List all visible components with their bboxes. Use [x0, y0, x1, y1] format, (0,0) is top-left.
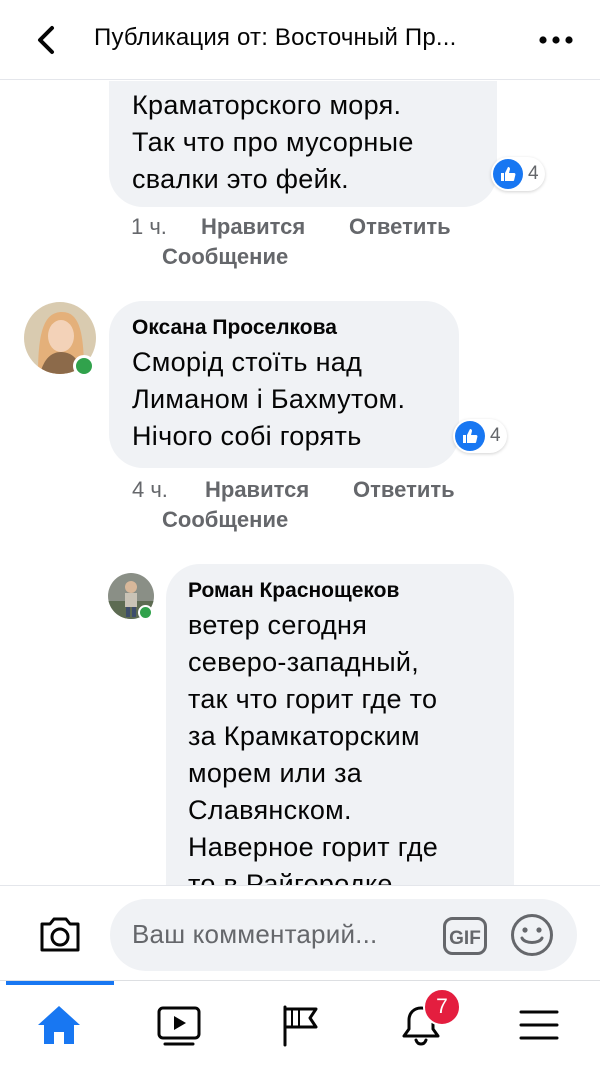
like-link[interactable]: Нравится: [205, 477, 309, 503]
reply-link[interactable]: Ответить: [353, 477, 455, 503]
back-button[interactable]: [26, 20, 66, 60]
more-options-button[interactable]: [536, 20, 576, 60]
comment-time: 4 ч.: [132, 477, 168, 502]
menu-icon: [519, 1010, 559, 1040]
comment-composer: Ваш комментарий... GIF: [0, 885, 600, 981]
comment-line: Наверное горит где: [188, 832, 439, 862]
home-icon: [38, 1006, 80, 1044]
gif-icon: GIF: [443, 917, 487, 955]
comment-line: так что горит где то: [188, 684, 438, 714]
reaction-count[interactable]: 4: [491, 157, 545, 191]
reaction-count-value: 4: [490, 425, 501, 446]
reaction-count[interactable]: 4: [453, 419, 507, 453]
comment-text: ветер сегодня северо-западный, так что г…: [188, 607, 492, 885]
pages-flag-icon: [283, 1005, 318, 1047]
comment-line: северо-западный,: [188, 647, 420, 677]
comment-actions: 4 ч. Нравится Ответить Сообщение: [0, 477, 600, 537]
comments-list[interactable]: Краматорского моря. Так что про мусорные…: [0, 81, 600, 885]
tab-home[interactable]: [31, 999, 87, 1051]
comment-line: свалки это фейк.: [132, 164, 349, 194]
emoji-button[interactable]: [510, 913, 554, 957]
like-reaction-icon: [493, 159, 523, 189]
comment-input[interactable]: Ваш комментарий... GIF: [110, 899, 577, 971]
tab-pages[interactable]: [272, 999, 328, 1051]
message-link[interactable]: Сообщение: [162, 507, 288, 533]
camera-icon: [40, 917, 80, 952]
notifications-badge: 7: [423, 988, 461, 1026]
chevron-left-icon: [38, 26, 54, 54]
comment-line: морем или за: [188, 758, 363, 788]
tab-menu[interactable]: [511, 999, 567, 1051]
emoji-icon: [511, 914, 553, 956]
comment-line: ветер сегодня: [188, 610, 368, 640]
reaction-count-value: 4: [528, 163, 539, 184]
comment-author[interactable]: Оксана Проселкова: [132, 315, 437, 341]
active-tab-indicator: [6, 981, 114, 985]
comment-time: 1 ч.: [131, 214, 167, 239]
camera-button[interactable]: [36, 910, 84, 958]
comment-bubble[interactable]: Оксана Проселкова Сморід стоїть над Лима…: [109, 301, 459, 468]
video-icon: [157, 1006, 201, 1046]
online-status-indicator: [138, 605, 153, 620]
online-status-indicator: [73, 355, 95, 377]
like-link[interactable]: Нравится: [201, 214, 305, 240]
comment-actions: 1 ч. Нравится Ответить Сообщение: [0, 214, 600, 274]
comment-line: Лиманом і Бахмутом.: [132, 384, 406, 414]
comment-bubble[interactable]: Роман Краснощеков ветер сегодня северо-з…: [166, 564, 514, 885]
comment-author[interactable]: Роман Краснощеков: [188, 578, 492, 604]
like-reaction-icon: [455, 421, 485, 451]
more-dots-icon: [539, 36, 573, 44]
bottom-tab-bar: 7: [0, 980, 600, 1066]
comment-line: Нічого собі горять: [132, 421, 362, 451]
comment-line: то в Райгородке: [188, 869, 393, 885]
reply-link[interactable]: Ответить: [349, 214, 451, 240]
gif-label: GIF: [449, 928, 481, 949]
comment-text: Краматорского моря. Так что про мусорные…: [132, 87, 475, 198]
comment-placeholder: Ваш комментарий...: [132, 919, 378, 949]
gif-button[interactable]: GIF: [443, 917, 487, 955]
comment-text: Сморід стоїть над Лиманом і Бахмутом. Ні…: [132, 344, 437, 455]
comment-bubble[interactable]: Краматорского моря. Так что про мусорные…: [109, 81, 497, 207]
comment-line: Так что про мусорные: [132, 127, 414, 157]
comment-line: Славянском.: [188, 795, 352, 825]
comment-line: за Крамкаторским: [188, 721, 420, 751]
message-link[interactable]: Сообщение: [162, 244, 288, 270]
page-title: Публикация от: Восточный Пр...: [94, 24, 457, 51]
comment-line: Сморід стоїть над: [132, 347, 363, 377]
top-bar: Публикация от: Восточный Пр...: [0, 0, 600, 80]
comment-line: Краматорского моря.: [132, 90, 402, 120]
tab-video[interactable]: [151, 999, 207, 1051]
